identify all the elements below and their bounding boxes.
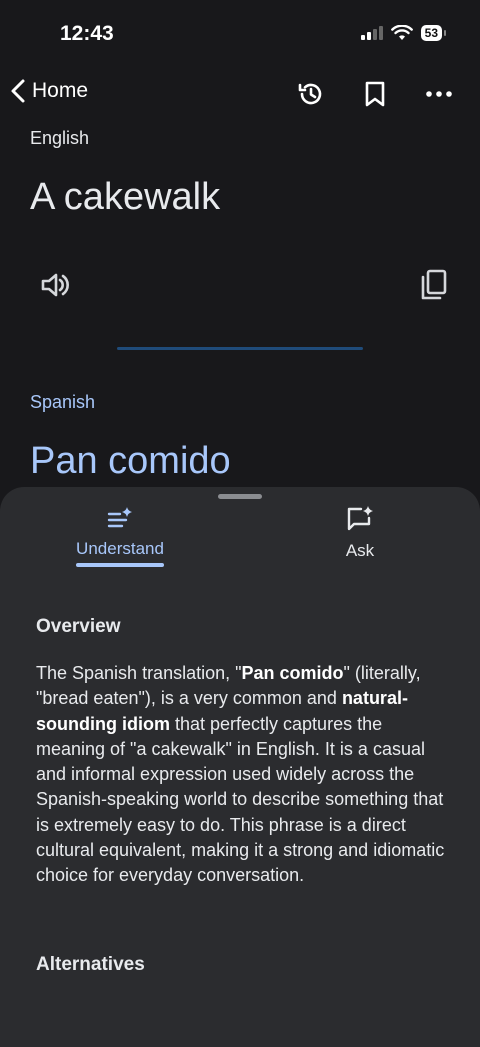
tab-understand-label: Understand [76, 539, 164, 558]
listen-button[interactable] [40, 270, 70, 305]
alternatives-heading: Alternatives [36, 954, 145, 975]
battery-indicator: 53 [420, 25, 447, 41]
overview-heading: Overview [36, 616, 121, 637]
translated-text[interactable]: Pan comido [30, 440, 231, 483]
wifi-icon [390, 25, 413, 40]
status-icons: 53 [360, 25, 447, 41]
back-button[interactable]: Home [10, 78, 88, 104]
tab-understand[interactable]: Understand [64, 505, 176, 559]
signal-icon [360, 26, 383, 40]
bookmark-button[interactable] [358, 78, 392, 110]
back-label: Home [32, 79, 89, 102]
tab-ask-label: Ask [345, 541, 375, 560]
source-text[interactable]: A cakewalk [30, 176, 220, 219]
source-language-label: English [30, 128, 90, 148]
target-language-label: Spanish [30, 392, 96, 412]
history-icon [298, 83, 322, 105]
bookmark-icon [365, 81, 385, 107]
more-icon [426, 91, 452, 97]
divider [117, 347, 363, 350]
understand-sheet: Understand Ask Overview The Spanish tran… [0, 487, 480, 1047]
tab-ask[interactable]: Ask [320, 505, 400, 561]
status-time: 12:43 [60, 22, 114, 45]
sheet-drag-handle[interactable] [218, 494, 262, 499]
top-actions [294, 78, 456, 110]
more-button[interactable] [422, 78, 456, 110]
overview-text: The Spanish translation, "Pan comido" (l… [36, 663, 445, 886]
ask-chat-sparkle-icon [347, 506, 373, 531]
speaker-icon [41, 273, 69, 297]
copy-icon [421, 269, 447, 300]
copy-button[interactable] [420, 268, 448, 307]
understand-sparkle-icon [107, 507, 132, 528]
chevron-left-icon [11, 79, 25, 103]
selected-tab-indicator [76, 563, 164, 567]
history-button[interactable] [294, 78, 328, 110]
